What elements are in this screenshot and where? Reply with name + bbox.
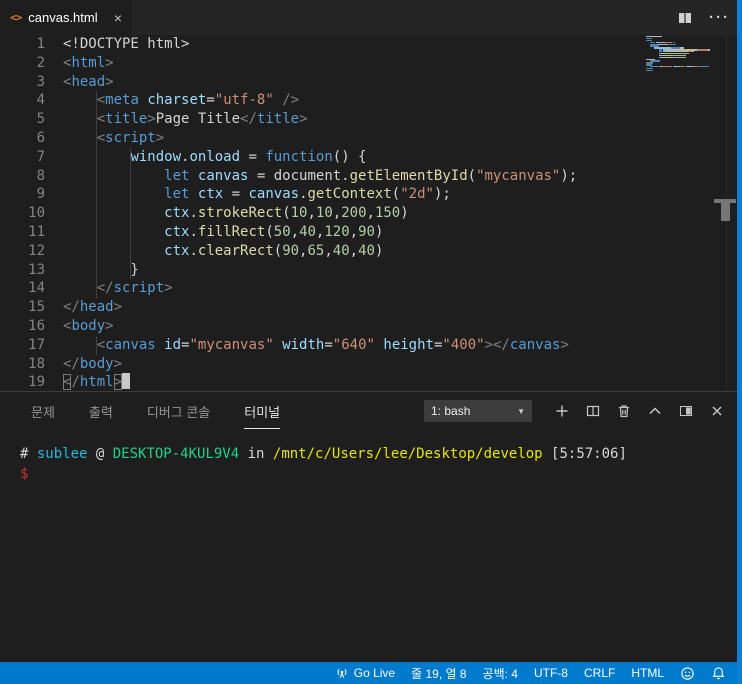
line-number[interactable]: 10 bbox=[0, 204, 45, 223]
editor-actions: ··· bbox=[677, 0, 730, 35]
line-number[interactable]: 16 bbox=[0, 317, 45, 336]
go-live-button[interactable]: Go Live bbox=[327, 662, 403, 684]
maximize-panel-icon[interactable] bbox=[639, 398, 670, 424]
more-actions-icon[interactable]: ··· bbox=[709, 9, 730, 26]
code-line[interactable]: 10 ctx.strokeRect(10,10,200,150) bbox=[0, 204, 742, 223]
line-number[interactable]: 9 bbox=[0, 185, 45, 204]
bottom-panel: 문제 출력 디버그 콘솔 터미널 1: bash ▼ # sublee @ DE… bbox=[0, 391, 742, 662]
code-line[interactable]: 6 <script> bbox=[0, 129, 742, 148]
code-line[interactable]: 14 </script> bbox=[0, 279, 742, 298]
code-line[interactable]: 3 <head> bbox=[0, 73, 742, 92]
line-number[interactable]: 14 bbox=[0, 279, 45, 298]
split-editor-icon[interactable] bbox=[677, 10, 693, 26]
language-mode[interactable]: HTML bbox=[623, 662, 672, 684]
notifications-bell-icon[interactable] bbox=[703, 662, 734, 684]
line-number[interactable]: 3 bbox=[0, 73, 45, 92]
terminal-toolbar: 1: bash ▼ bbox=[424, 398, 742, 424]
encoding-setting[interactable]: UTF-8 bbox=[526, 662, 576, 684]
line-number[interactable]: 1 bbox=[0, 35, 45, 54]
code-line[interactable]: 5 <title>Page Title</title> bbox=[0, 110, 742, 129]
html-file-icon: <> bbox=[10, 11, 22, 24]
dropdown-arrow-icon: ▼ bbox=[517, 406, 525, 416]
code-line[interactable]: 16 <body> bbox=[0, 317, 742, 336]
line-number[interactable]: 5 bbox=[0, 110, 45, 129]
eol-setting[interactable]: CRLF bbox=[576, 662, 623, 684]
tab-output[interactable]: 출력 bbox=[72, 392, 130, 430]
code-line[interactable]: 7 window.onload = function() { bbox=[0, 148, 742, 167]
code-lines: 1 <!DOCTYPE html> 2 <html> 3 <head> 4 <meta ch… bbox=[0, 35, 742, 391]
code-line[interactable]: 18 </body> bbox=[0, 355, 742, 374]
code-line[interactable]: 19 </html> bbox=[0, 373, 742, 391]
tab-problems[interactable]: 문제 bbox=[14, 392, 72, 430]
new-terminal-icon[interactable] bbox=[546, 398, 577, 424]
line-number[interactable]: 18 bbox=[0, 355, 45, 374]
panel-header: 문제 출력 디버그 콘솔 터미널 1: bash ▼ bbox=[0, 392, 742, 430]
line-number[interactable]: 7 bbox=[0, 148, 45, 167]
indent-guide bbox=[96, 335, 97, 355]
terminal-line: # sublee @ DESKTOP-4KUL9V4 in /mnt/c/Use… bbox=[20, 446, 627, 462]
scrollbar-handle[interactable] bbox=[721, 203, 730, 221]
line-number[interactable]: 2 bbox=[0, 54, 45, 73]
tab-label: canvas.html bbox=[28, 10, 98, 25]
code-line[interactable]: 15 </head> bbox=[0, 298, 742, 317]
code-line[interactable]: 12 ctx.clearRect(90,65,40,40) bbox=[0, 242, 742, 261]
line-number[interactable]: 17 bbox=[0, 336, 45, 355]
close-panel-icon[interactable] bbox=[701, 398, 732, 424]
tab-canvas-html[interactable]: <> canvas.html × bbox=[0, 0, 132, 35]
status-bar: Go Live 줄 19, 열 8 공백: 4 UTF-8 CRLF HTML bbox=[0, 662, 742, 684]
line-number[interactable]: 6 bbox=[0, 129, 45, 148]
split-terminal-icon[interactable] bbox=[577, 398, 608, 424]
line-number[interactable]: 15 bbox=[0, 298, 45, 317]
terminal-select[interactable]: 1: bash ▼ bbox=[424, 400, 532, 422]
terminal-output[interactable]: # sublee @ DESKTOP-4KUL9V4 in /mnt/c/Use… bbox=[0, 430, 742, 484]
terminal-line: $ bbox=[20, 466, 29, 482]
code-line[interactable]: 1 <!DOCTYPE html> bbox=[0, 35, 742, 54]
line-number[interactable]: 8 bbox=[0, 167, 45, 186]
panel-layout-icon[interactable] bbox=[670, 398, 701, 424]
code-line[interactable]: 4 <meta charset="utf-8" /> bbox=[0, 91, 742, 110]
code-line[interactable]: 13 } bbox=[0, 261, 742, 280]
line-number[interactable]: 13 bbox=[0, 261, 45, 280]
tab-debug-console[interactable]: 디버그 콘솔 bbox=[130, 392, 227, 430]
code-line[interactable]: 8 let canvas = document.getElementById("… bbox=[0, 167, 742, 186]
indentation-setting[interactable]: 공백: 4 bbox=[475, 662, 526, 684]
tab-terminal[interactable]: 터미널 bbox=[227, 392, 297, 430]
indent-guide bbox=[96, 91, 97, 299]
cursor-position[interactable]: 줄 19, 열 8 bbox=[403, 662, 474, 684]
feedback-smiley-icon[interactable] bbox=[672, 662, 703, 684]
window-edge-accent bbox=[737, 0, 742, 684]
kill-terminal-icon[interactable] bbox=[608, 398, 639, 424]
minimap[interactable] bbox=[646, 36, 730, 72]
code-line[interactable]: 9 let ctx = canvas.getContext("2d"); bbox=[0, 185, 742, 204]
code-line[interactable]: 11 ctx.fillRect(50,40,120,90) bbox=[0, 223, 742, 242]
go-live-icon bbox=[335, 666, 349, 680]
code-line[interactable]: 2 <html> bbox=[0, 54, 742, 73]
line-number[interactable]: 11 bbox=[0, 223, 45, 242]
line-number[interactable]: 19 bbox=[0, 373, 45, 391]
panel-tabs: 문제 출력 디버그 콘솔 터미널 bbox=[14, 392, 297, 430]
tab-bar: <> canvas.html × ··· bbox=[0, 0, 742, 35]
code-line[interactable]: 17 <canvas id="mycanvas" width="640" hei… bbox=[0, 336, 742, 355]
line-number[interactable]: 12 bbox=[0, 242, 45, 261]
code-editor[interactable]: 1 <!DOCTYPE html> 2 <html> 3 <head> 4 <meta ch… bbox=[0, 35, 742, 391]
line-number[interactable]: 4 bbox=[0, 91, 45, 110]
vscode-window: <> canvas.html × ··· 1 <!DOCTYPE html> 2 <h… bbox=[0, 0, 742, 684]
indent-guide bbox=[130, 147, 131, 280]
text-cursor bbox=[122, 373, 131, 390]
close-tab-icon[interactable]: × bbox=[114, 11, 122, 25]
